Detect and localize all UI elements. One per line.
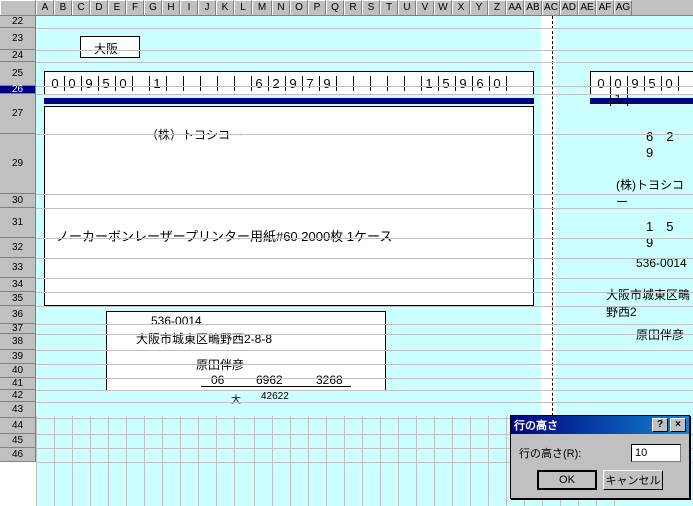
cell-r29r-company: (株)トヨシコー <box>616 176 693 210</box>
cell-r35-post: 536-0014 <box>151 314 202 328</box>
col-header-AD[interactable]: AD <box>560 0 578 15</box>
col-header-W[interactable]: W <box>434 0 452 15</box>
row-header-44[interactable]: 44 <box>0 418 36 434</box>
row-height-input[interactable] <box>631 444 681 462</box>
help-button[interactable]: ? <box>652 418 668 432</box>
row-header-34[interactable]: 34 <box>0 278 36 292</box>
row-header-43[interactable]: 43 <box>0 402 36 418</box>
close-button[interactable]: × <box>670 418 686 432</box>
row-height-dialog: 行の高さ ? × 行の高さ(R): OK キャンセル <box>510 415 690 499</box>
col-header-AA[interactable]: AA <box>506 0 524 15</box>
cell-r36-addr: 大阪市城東区鴫野西2-8-8 <box>136 330 272 347</box>
row-header-26[interactable]: 26 <box>0 86 36 94</box>
col-header-R[interactable]: R <box>344 0 362 15</box>
cell-r27r-num: 6 2 9 <box>646 126 693 160</box>
col-header-[interactable] <box>0 0 36 15</box>
col-header-K[interactable]: K <box>216 0 234 15</box>
col-header-S[interactable]: S <box>362 0 380 15</box>
row-header-45[interactable]: 45 <box>0 434 36 448</box>
cell-description: ノーカーボンレーザープリンター用紙#60 2000枚 1ケース <box>56 226 392 245</box>
cell-phone1: 06 <box>211 373 224 387</box>
col-header-AC[interactable]: AC <box>542 0 560 15</box>
col-header-G[interactable]: G <box>144 0 162 15</box>
col-header-V[interactable]: V <box>416 0 434 15</box>
col-header-L[interactable]: L <box>234 0 252 15</box>
col-header-B[interactable]: B <box>54 0 72 15</box>
row-header-31[interactable]: 31 <box>0 208 36 238</box>
col-header-C[interactable]: C <box>72 0 90 15</box>
col-header-E[interactable]: E <box>108 0 126 15</box>
col-header-Y[interactable]: Y <box>470 0 488 15</box>
row-header-23[interactable]: 23 <box>0 28 36 50</box>
col-header-U[interactable]: U <box>398 0 416 15</box>
col-header-T[interactable]: T <box>380 0 398 15</box>
col-header-F[interactable]: F <box>126 0 144 15</box>
dialog-title: 行の高さ <box>514 417 558 433</box>
row-header-33[interactable]: 33 <box>0 258 36 278</box>
column-headers: ABCDEFGHIJKLMNOPQRSTUVWXYZAAABACADAEAFAG <box>0 0 693 16</box>
col-header-A[interactable]: A <box>36 0 54 15</box>
row-header-46[interactable]: 46 <box>0 448 36 462</box>
col-header-X[interactable]: X <box>452 0 470 15</box>
row-header-24[interactable]: 24 <box>0 50 36 62</box>
cell-r40-l1: 大 <box>231 391 241 406</box>
col-header-D[interactable]: D <box>90 0 108 15</box>
col-header-J[interactable]: J <box>198 0 216 15</box>
row-header-32[interactable]: 32 <box>0 238 36 258</box>
row-header-25[interactable]: 25 <box>0 62 36 86</box>
row-header-40[interactable]: 40 <box>0 364 36 378</box>
col-header-AB[interactable]: AB <box>524 0 542 15</box>
col-header-N[interactable]: N <box>272 0 290 15</box>
row-header-36[interactable]: 36 <box>0 306 36 324</box>
col-header-Q[interactable]: Q <box>326 0 344 15</box>
col-header-AF[interactable]: AF <box>596 0 614 15</box>
row-header-27[interactable]: 27 <box>0 94 36 134</box>
row-header-30[interactable]: 30 <box>0 194 36 208</box>
col-header-P[interactable]: P <box>308 0 326 15</box>
row-header-39[interactable]: 39 <box>0 350 36 364</box>
cell-r40-l2: 42622 <box>261 391 289 402</box>
cell-r31r-num: 1 5 9 <box>646 216 693 250</box>
col-header-M[interactable]: M <box>252 0 272 15</box>
cell-phone2: 6962 <box>256 373 283 387</box>
row-header-42[interactable]: 42 <box>0 390 36 402</box>
cell-osaka: 大阪 <box>94 40 118 57</box>
ok-button[interactable]: OK <box>537 470 597 490</box>
cancel-button[interactable]: キャンセル <box>603 470 663 490</box>
row-headers: 2223242526272930313233343536373839404142… <box>0 16 36 462</box>
col-header-I[interactable]: I <box>180 0 198 15</box>
row-header-29[interactable]: 29 <box>0 134 36 194</box>
col-header-H[interactable]: H <box>162 0 180 15</box>
row-header-41[interactable]: 41 <box>0 378 36 390</box>
col-header-O[interactable]: O <box>290 0 308 15</box>
row-height-label: 行の高さ(R): <box>519 445 631 461</box>
col-header-Z[interactable]: Z <box>488 0 506 15</box>
row-header-35[interactable]: 35 <box>0 292 36 306</box>
row-header-37[interactable]: 37 <box>0 324 36 334</box>
row-header-38[interactable]: 38 <box>0 334 36 350</box>
row-header-22[interactable]: 22 <box>0 16 36 28</box>
dialog-titlebar[interactable]: 行の高さ ? × <box>511 416 689 434</box>
col-header-AE[interactable]: AE <box>578 0 596 15</box>
cell-phone3: 3268 <box>316 373 343 387</box>
col-header-AG[interactable]: AG <box>614 0 632 15</box>
